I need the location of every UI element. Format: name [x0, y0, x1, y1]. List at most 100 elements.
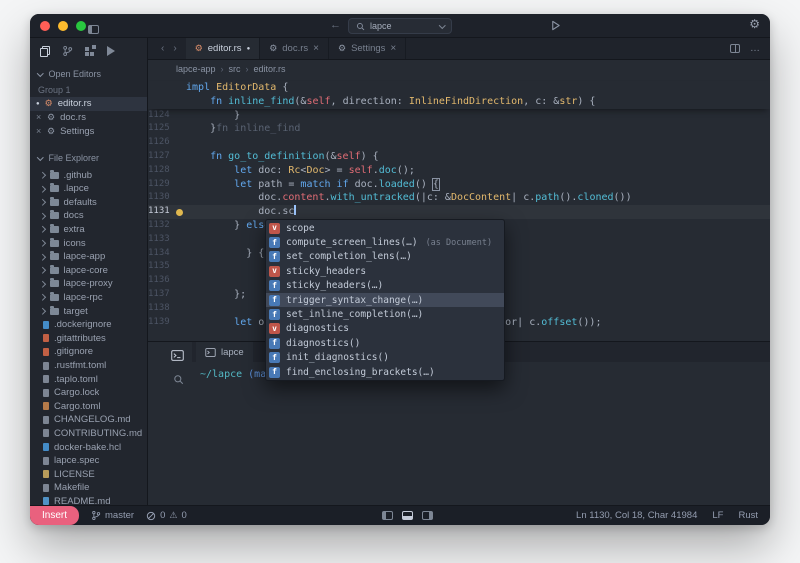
folder-lapce-core[interactable]: lapce-core [30, 264, 147, 278]
file-.rustfmt.toml[interactable]: .rustfmt.toml [30, 359, 147, 373]
code-text[interactable]: } [186, 109, 770, 123]
tab-Settings[interactable]: ⚙Settings× [329, 38, 406, 59]
completion-item[interactable]: vscope [266, 221, 504, 235]
completion-item[interactable]: ftrigger_syntax_change(…) [266, 293, 504, 307]
language-mode[interactable]: Rust [738, 510, 758, 521]
line-number: 1134 [148, 247, 174, 261]
completion-label: trigger_syntax_change(…) [286, 295, 423, 306]
file-.gitattributes[interactable]: .gitattributes [30, 332, 147, 346]
maximize-window-icon[interactable] [76, 21, 86, 31]
eol-indicator[interactable]: LF [712, 510, 723, 521]
open-editors-header[interactable]: Open Editors [30, 63, 147, 82]
breadcrumb-item[interactable]: lapce-app [176, 64, 216, 74]
run-icon[interactable] [550, 20, 561, 31]
more-actions-icon[interactable]: … [750, 43, 760, 54]
gutter-slot [174, 247, 186, 261]
completion-item[interactable]: vdiagnostics [266, 322, 504, 336]
open-editor-item[interactable]: ×⚙doc.rs [30, 111, 147, 125]
open-editor-item[interactable]: ●⚙editor.rs [30, 97, 147, 111]
completion-item[interactable]: fset_inline_completion(…) [266, 307, 504, 321]
folder-target[interactable]: target [30, 304, 147, 318]
toggle-bottom-panel-icon[interactable] [402, 511, 413, 520]
file-explorer-header[interactable]: File Explorer [30, 147, 147, 166]
code-text[interactable]: }fn inline_find [186, 122, 770, 136]
close-icon[interactable]: × [36, 127, 42, 136]
minimize-window-icon[interactable] [58, 21, 68, 31]
code-text[interactable]: impl EditorData { [186, 81, 770, 95]
folder-lapce-proxy[interactable]: lapce-proxy [30, 277, 147, 291]
completion-label: sticky_headers(…) [286, 280, 383, 291]
code-action-lightbulb-icon[interactable] [174, 205, 186, 219]
code-text[interactable]: let path = match if doc.loaded() { [186, 178, 770, 192]
file-Cargo.lock[interactable]: Cargo.lock [30, 386, 147, 400]
folder-defaults[interactable]: defaults [30, 196, 147, 210]
tab-editor.rs[interactable]: ⚙editor.rs● [186, 38, 261, 59]
problems-indicator[interactable]: 0 ⚠ 0 [146, 510, 187, 521]
folder-icon [50, 199, 59, 206]
file-CHANGELOG.md[interactable]: CHANGELOG.md [30, 413, 147, 427]
toggle-right-panel-icon[interactable] [422, 511, 433, 520]
terminal-content[interactable]: ~/lapce(master) [192, 362, 770, 505]
file-docker-bake.hcl[interactable]: docker-bake.hcl [30, 440, 147, 454]
terminal-cwd: ~/lapce [200, 369, 242, 380]
completion-item[interactable]: finit_diagnostics() [266, 351, 504, 365]
file-Cargo.toml[interactable]: Cargo.toml [30, 399, 147, 413]
code-text[interactable]: doc.content.with_untracked(|c: &DocConte… [186, 191, 770, 205]
terminal-icon[interactable] [171, 350, 184, 361]
close-icon[interactable]: × [390, 43, 396, 54]
git-branch-indicator[interactable]: master [91, 510, 134, 521]
tab-next-icon[interactable]: › [173, 43, 176, 54]
file-LICENSE[interactable]: LICENSE [30, 467, 147, 481]
code-text[interactable] [186, 136, 770, 150]
file-.dockerignore[interactable]: .dockerignore [30, 318, 147, 332]
file-.taplo.toml[interactable]: .taplo.toml [30, 372, 147, 386]
tab-prev-icon[interactable]: ‹ [161, 43, 164, 54]
completion-item[interactable]: fcompute_screen_lines(…)(as Document) [266, 235, 504, 249]
terminal-tab[interactable]: lapce [196, 342, 253, 362]
file-explorer-icon[interactable] [40, 46, 50, 57]
folder-extra[interactable]: extra [30, 223, 147, 237]
folder-.lapce[interactable]: .lapce [30, 182, 147, 196]
completion-item[interactable]: vsticky_headers [266, 264, 504, 278]
chevron-right-icon [39, 294, 45, 300]
open-editor-item[interactable]: ×⚙Settings [30, 125, 147, 139]
file-.gitignore[interactable]: .gitignore [30, 345, 147, 359]
folder-.github[interactable]: .github [30, 168, 147, 182]
close-icon[interactable]: × [313, 43, 319, 54]
close-window-icon[interactable] [40, 21, 50, 31]
settings-gear-icon[interactable]: ⚙ [749, 17, 760, 31]
command-palette[interactable]: lapce [348, 18, 452, 34]
cursor-position[interactable]: Ln 1130, Col 18, Char 41984 [576, 510, 697, 521]
folder-docs[interactable]: docs [30, 209, 147, 223]
code-text[interactable]: let doc: Rc<Doc> = self.doc(); [186, 164, 770, 178]
back-icon[interactable]: ← [330, 18, 341, 33]
folder-name: defaults [64, 197, 97, 208]
close-icon[interactable]: × [36, 113, 42, 122]
completion-item[interactable]: ffind_enclosing_brackets(…) [266, 365, 504, 379]
file-README.md[interactable]: README.md [30, 495, 147, 505]
file-Makefile[interactable]: Makefile [30, 481, 147, 495]
code-text[interactable]: fn inline_find(&self, direction: InlineF… [186, 95, 770, 109]
mode-indicator[interactable]: Insert [30, 506, 79, 525]
code-token: fn [210, 96, 228, 107]
completion-item[interactable]: fsticky_headers(…) [266, 279, 504, 293]
split-editor-icon[interactable] [730, 44, 740, 53]
folder-icons[interactable]: icons [30, 236, 147, 250]
toggle-left-panel-icon[interactable] [382, 511, 393, 520]
completion-item[interactable]: fdiagnostics() [266, 336, 504, 350]
debug-icon[interactable] [107, 46, 115, 56]
completion-item[interactable]: fset_completion_lens(…) [266, 250, 504, 264]
toggle-sidebar-icon[interactable] [88, 25, 99, 34]
folder-lapce-app[interactable]: lapce-app [30, 250, 147, 264]
extensions-icon[interactable] [85, 46, 95, 56]
breadcrumb-item[interactable]: editor.rs [254, 64, 286, 74]
source-control-icon[interactable] [62, 45, 73, 57]
code-text[interactable]: doc.sc [186, 205, 770, 219]
file-lapce.spec[interactable]: lapce.spec [30, 454, 147, 468]
breadcrumb-item[interactable]: src [229, 64, 241, 74]
folder-lapce-rpc[interactable]: lapce-rpc [30, 291, 147, 305]
file-CONTRIBUTING.md[interactable]: CONTRIBUTING.md [30, 427, 147, 441]
search-panel-icon[interactable] [173, 374, 184, 385]
tab-doc.rs[interactable]: ⚙doc.rs× [260, 38, 329, 59]
code-text[interactable]: fn go_to_definition(&self) { [186, 150, 770, 164]
